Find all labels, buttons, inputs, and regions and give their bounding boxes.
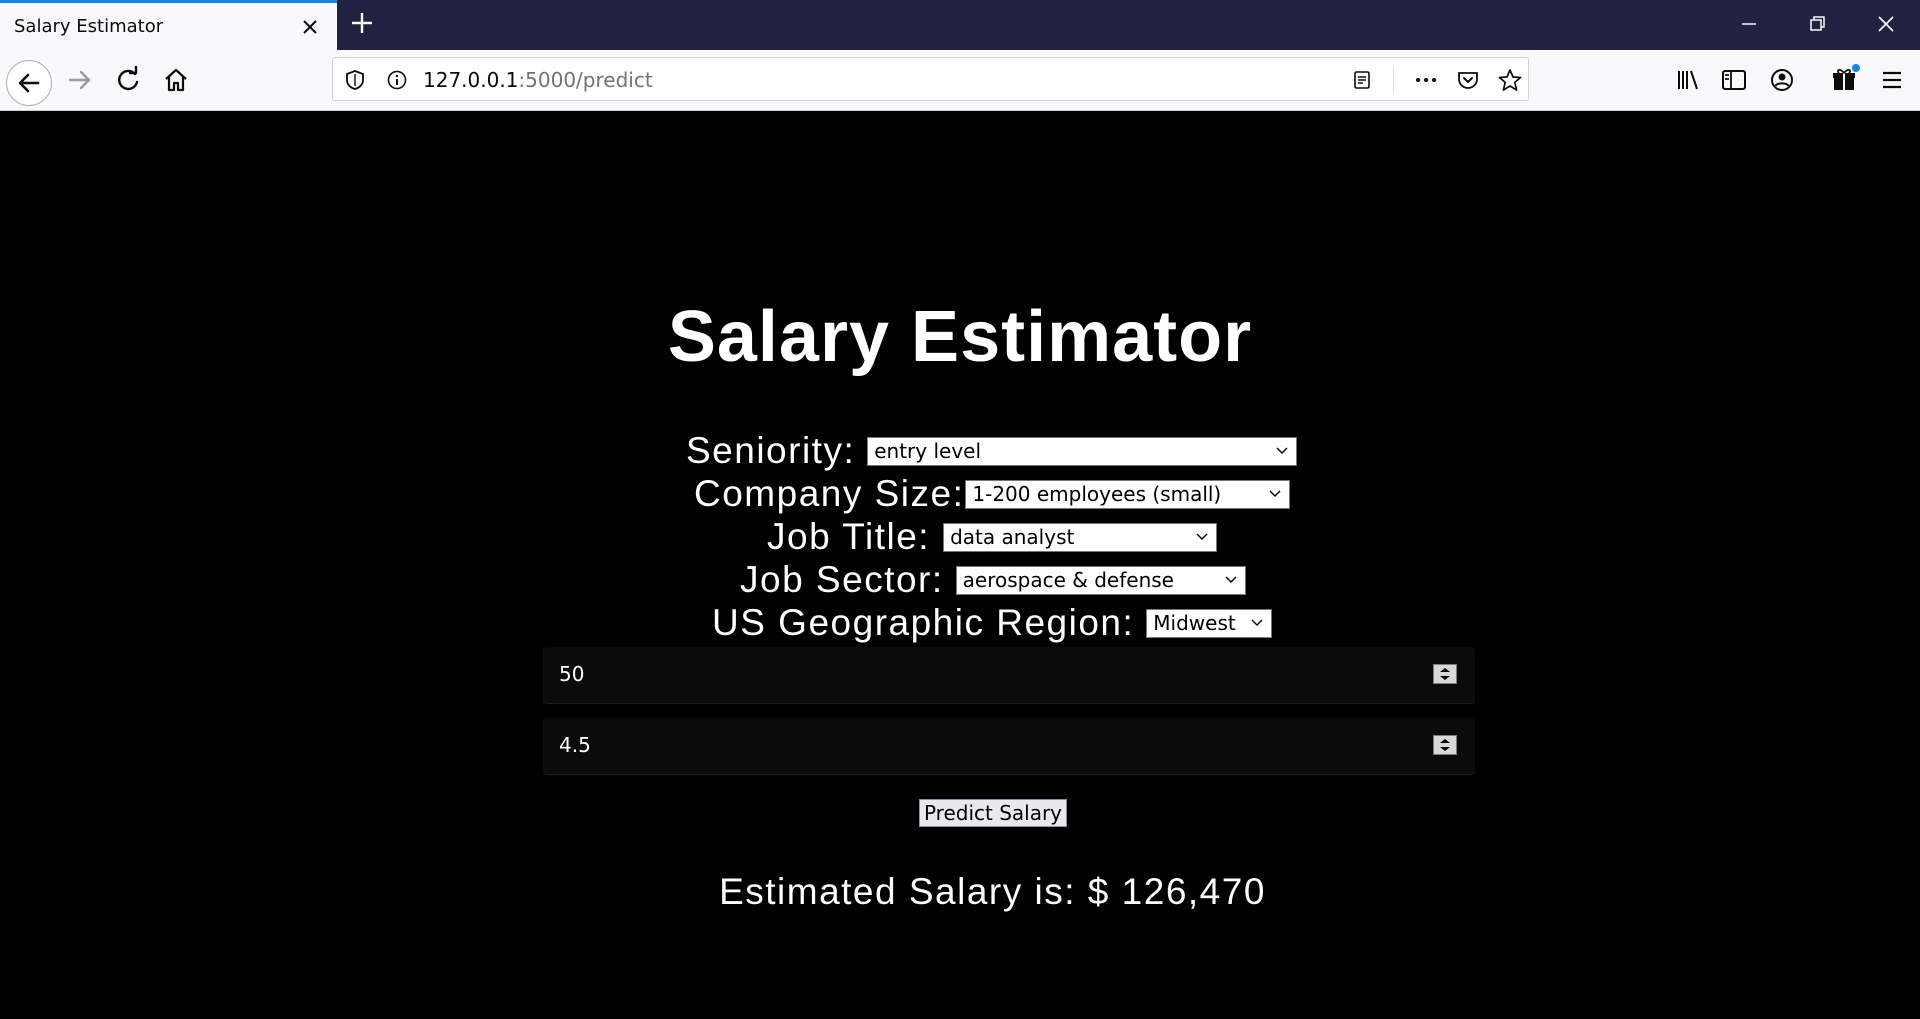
library-icon[interactable] bbox=[1668, 60, 1708, 100]
company-size-select[interactable]: 1-200 employees (small) bbox=[965, 479, 1291, 509]
url-host: 127.0.0.1 bbox=[423, 68, 519, 92]
job-title-select[interactable]: data analyst bbox=[943, 522, 1218, 552]
company-size-row: Company Size: 1-200 employees (small) bbox=[694, 473, 1291, 514]
close-window-icon[interactable] bbox=[1872, 10, 1900, 38]
tab-strip: Salary Estimator bbox=[0, 0, 1920, 50]
page-actions-more-icon[interactable] bbox=[1413, 68, 1439, 92]
spinner-icon[interactable] bbox=[1433, 664, 1457, 684]
site-info-icon[interactable] bbox=[385, 68, 409, 92]
number-input-2-value: 4.5 bbox=[559, 733, 591, 757]
job-title-value: data analyst bbox=[950, 524, 1075, 549]
number-input-1[interactable]: 50 bbox=[543, 647, 1475, 703]
url-bar[interactable]: 127.0.0.1:5000/predict bbox=[332, 57, 1529, 101]
pocket-icon[interactable] bbox=[1455, 68, 1481, 92]
whats-new-gift-icon[interactable] bbox=[1824, 60, 1864, 100]
region-label: US Geographic Region: bbox=[712, 602, 1135, 643]
job-sector-select[interactable]: aerospace & defense bbox=[955, 565, 1246, 595]
page-title: Salary Estimator bbox=[667, 297, 1253, 377]
company-size-value: 1-200 employees (small) bbox=[972, 481, 1222, 506]
estimated-salary-result: Estimated Salary is: $ 126,470 bbox=[719, 871, 1266, 912]
tracking-protection-shield-icon[interactable] bbox=[343, 68, 367, 92]
company-size-label: Company Size: bbox=[694, 473, 965, 514]
new-tab-icon[interactable] bbox=[348, 9, 376, 37]
reader-view-icon[interactable] bbox=[1350, 68, 1374, 92]
job-sector-row: Job Sector: aerospace & defense bbox=[740, 559, 1246, 600]
chevron-down-icon bbox=[1276, 447, 1288, 454]
job-sector-label: Job Sector: bbox=[740, 559, 944, 600]
chevron-down-icon bbox=[1251, 619, 1263, 626]
url-path: :5000/predict bbox=[518, 68, 653, 92]
menu-icon[interactable] bbox=[1872, 60, 1912, 100]
number-input-1-value: 50 bbox=[559, 662, 585, 686]
restore-icon[interactable] bbox=[1803, 10, 1831, 38]
url-text: 127.0.0.1:5000/predict bbox=[423, 68, 653, 92]
job-sector-value: aerospace & defense bbox=[962, 567, 1174, 592]
chevron-down-icon bbox=[1225, 576, 1237, 583]
minimize-icon[interactable] bbox=[1735, 10, 1763, 38]
region-value: Midwest bbox=[1153, 610, 1236, 635]
chevron-down-icon bbox=[1196, 533, 1208, 540]
seniority-row: Seniority: entry level bbox=[686, 430, 1298, 471]
chevron-down-icon bbox=[1269, 490, 1281, 497]
region-select[interactable]: Midwest bbox=[1146, 608, 1273, 638]
page-content: Salary Estimator Seniority: entry level … bbox=[0, 111, 1920, 1019]
account-icon[interactable] bbox=[1762, 60, 1802, 100]
tab-title: Salary Estimator bbox=[14, 16, 164, 37]
forward-button[interactable] bbox=[60, 60, 100, 100]
job-title-row: Job Title: data analyst bbox=[767, 516, 1218, 557]
tab-salary-estimator[interactable]: Salary Estimator bbox=[0, 0, 337, 50]
sidebar-icon[interactable] bbox=[1714, 60, 1754, 100]
seniority-select[interactable]: entry level bbox=[867, 436, 1298, 466]
spinner-icon[interactable] bbox=[1433, 735, 1457, 755]
divider bbox=[1393, 66, 1394, 94]
bookmark-star-icon[interactable] bbox=[1497, 67, 1523, 93]
close-tab-icon[interactable] bbox=[298, 15, 322, 39]
back-button[interactable] bbox=[6, 60, 52, 106]
navigation-toolbar: 127.0.0.1:5000/predict bbox=[0, 50, 1920, 111]
seniority-value: entry level bbox=[874, 438, 982, 463]
reload-button[interactable] bbox=[108, 60, 148, 100]
region-row: US Geographic Region: Midwest bbox=[712, 602, 1273, 643]
number-input-2[interactable]: 4.5 bbox=[543, 718, 1475, 774]
home-button[interactable] bbox=[156, 60, 196, 100]
job-title-label: Job Title: bbox=[767, 516, 931, 557]
predict-salary-button[interactable]: Predict Salary bbox=[919, 799, 1067, 827]
seniority-label: Seniority: bbox=[686, 430, 856, 471]
